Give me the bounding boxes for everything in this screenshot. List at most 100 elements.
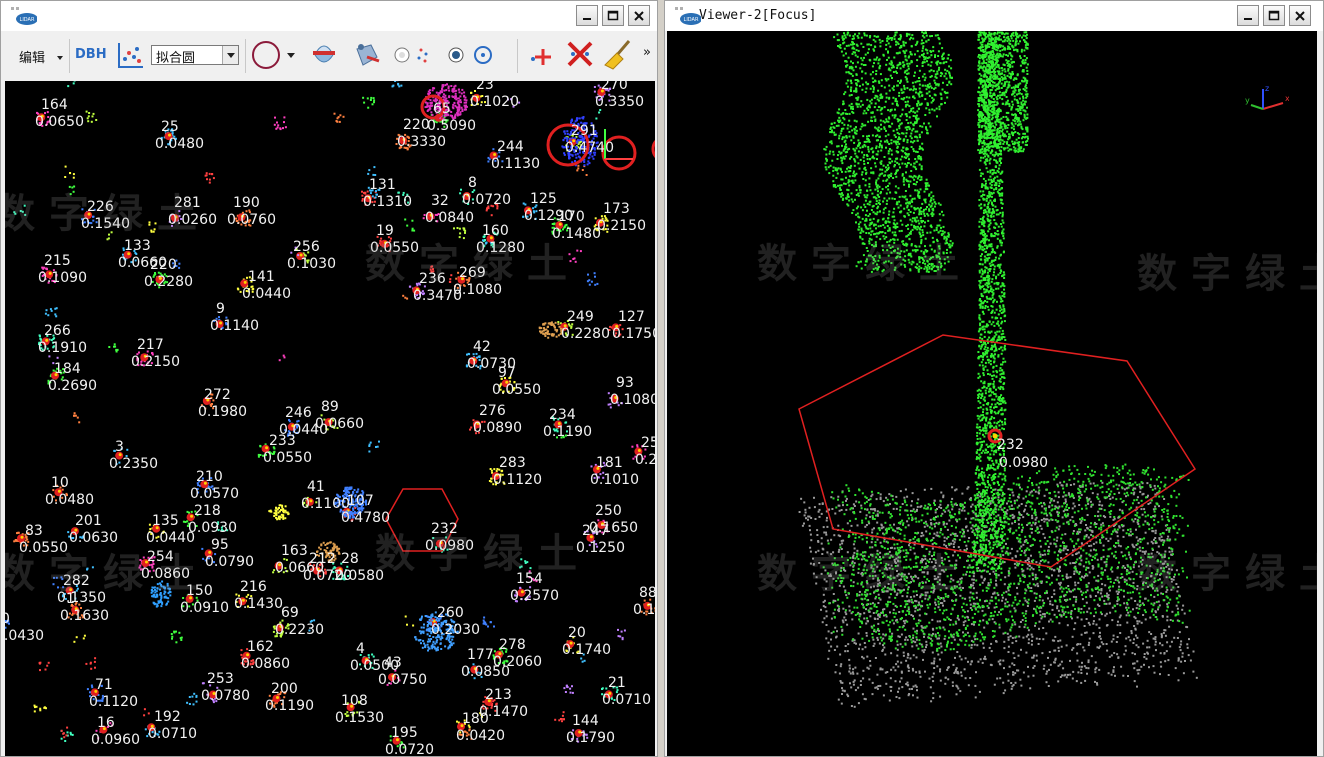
right-titlebar[interactable]: LIDAR Viewer-2[Focus] bbox=[665, 1, 1323, 31]
point bbox=[73, 640, 76, 643]
point bbox=[930, 700, 933, 703]
point-blob bbox=[273, 116, 287, 131]
tree-dbh-label: 0.1190 bbox=[265, 698, 314, 714]
point bbox=[816, 534, 819, 536]
point bbox=[962, 631, 964, 634]
point bbox=[1021, 529, 1024, 532]
close-button[interactable] bbox=[628, 5, 650, 26]
point bbox=[588, 279, 591, 282]
select-dropdown-icon[interactable] bbox=[222, 46, 238, 64]
point bbox=[1167, 674, 1170, 676]
point bbox=[1013, 657, 1016, 659]
point bbox=[47, 314, 50, 317]
point bbox=[1013, 607, 1016, 610]
circle-mode-icon[interactable] bbox=[447, 45, 497, 65]
point-mode-icon[interactable] bbox=[393, 45, 433, 65]
point bbox=[419, 632, 422, 635]
point bbox=[1072, 595, 1075, 598]
point bbox=[597, 84, 600, 87]
point bbox=[39, 669, 41, 672]
point bbox=[1097, 510, 1100, 513]
point bbox=[451, 106, 454, 109]
point bbox=[82, 637, 85, 640]
delete-tree-icon[interactable] bbox=[565, 39, 595, 69]
point bbox=[922, 658, 924, 661]
point bbox=[1098, 500, 1101, 503]
point bbox=[1012, 494, 1015, 497]
point bbox=[830, 496, 833, 499]
edit-menu-button[interactable]: 编辑 bbox=[19, 47, 45, 66]
close-icon bbox=[1295, 11, 1305, 21]
point bbox=[282, 508, 285, 511]
focus-3d-canvas[interactable]: 数字绿土 数字绿土 数字绿土 数字绿土 232 0.0980 x y z bbox=[667, 31, 1317, 756]
point bbox=[623, 629, 626, 632]
point bbox=[1096, 682, 1098, 685]
tree-id-label: 272 bbox=[204, 387, 231, 403]
maximize-button[interactable] bbox=[1263, 5, 1285, 26]
point-blob bbox=[44, 307, 58, 318]
point bbox=[863, 642, 866, 644]
tree-id-label: 125 bbox=[530, 191, 557, 207]
point bbox=[539, 330, 541, 333]
point bbox=[877, 602, 880, 604]
tree-id-label: 201 bbox=[75, 513, 102, 529]
left-titlebar[interactable]: LIDAR bbox=[1, 1, 657, 31]
point bbox=[1116, 576, 1119, 579]
point bbox=[993, 591, 996, 594]
point bbox=[1080, 542, 1083, 545]
app-logo-icon: LIDAR bbox=[11, 7, 37, 25]
point bbox=[1010, 504, 1013, 507]
clear-brush-icon[interactable] bbox=[603, 37, 637, 71]
point bbox=[1159, 673, 1161, 676]
point bbox=[1041, 505, 1044, 508]
maximize-button[interactable] bbox=[602, 5, 624, 26]
circle-shape-icon[interactable] bbox=[251, 39, 301, 71]
tree-edit-icon[interactable] bbox=[349, 39, 383, 71]
fit-method-select[interactable]: 拟合圆 bbox=[151, 45, 239, 66]
point bbox=[936, 531, 939, 534]
tree-id-label: 246 bbox=[285, 405, 312, 421]
toolbar-overflow-button[interactable]: » bbox=[643, 45, 651, 60]
point bbox=[411, 219, 414, 222]
point bbox=[1110, 673, 1113, 676]
point bbox=[1090, 533, 1093, 536]
point bbox=[394, 81, 397, 82]
slice-tool-icon[interactable] bbox=[307, 39, 341, 71]
point bbox=[1130, 597, 1133, 600]
edit-dropdown-icon[interactable] bbox=[57, 56, 63, 60]
point bbox=[837, 495, 840, 498]
minimize-button[interactable] bbox=[576, 5, 598, 26]
scatter-plot-icon[interactable] bbox=[115, 41, 145, 71]
tree-id-label: 20 bbox=[568, 625, 586, 641]
dbh-button[interactable]: DBH bbox=[75, 47, 107, 62]
close-button[interactable] bbox=[1289, 5, 1311, 26]
point bbox=[942, 626, 945, 629]
tree-id-label: 25 bbox=[161, 119, 179, 135]
top-view-canvas[interactable]: 164 0.0650 25 0.0480 65 0.5090 23 0.1020 270 0.33… bbox=[5, 81, 655, 756]
point bbox=[463, 91, 466, 94]
point bbox=[830, 638, 832, 641]
point bbox=[1065, 553, 1068, 555]
point bbox=[279, 128, 282, 131]
minimize-button[interactable] bbox=[1237, 5, 1259, 26]
point bbox=[428, 618, 431, 621]
point bbox=[1161, 644, 1164, 647]
point bbox=[1101, 504, 1104, 507]
point bbox=[862, 677, 865, 680]
point bbox=[1007, 651, 1010, 653]
add-tree-icon[interactable] bbox=[525, 41, 555, 69]
point bbox=[368, 450, 371, 453]
point bbox=[864, 525, 867, 528]
point bbox=[915, 656, 918, 659]
point bbox=[1037, 486, 1040, 489]
point bbox=[840, 663, 843, 666]
point bbox=[470, 426, 473, 429]
point bbox=[980, 576, 983, 579]
tree-dbh-label: 0.0720 bbox=[462, 192, 511, 208]
point bbox=[909, 657, 912, 660]
point bbox=[882, 633, 885, 636]
point bbox=[1027, 665, 1029, 668]
point bbox=[1039, 610, 1042, 613]
point bbox=[557, 323, 560, 326]
point bbox=[857, 702, 860, 705]
